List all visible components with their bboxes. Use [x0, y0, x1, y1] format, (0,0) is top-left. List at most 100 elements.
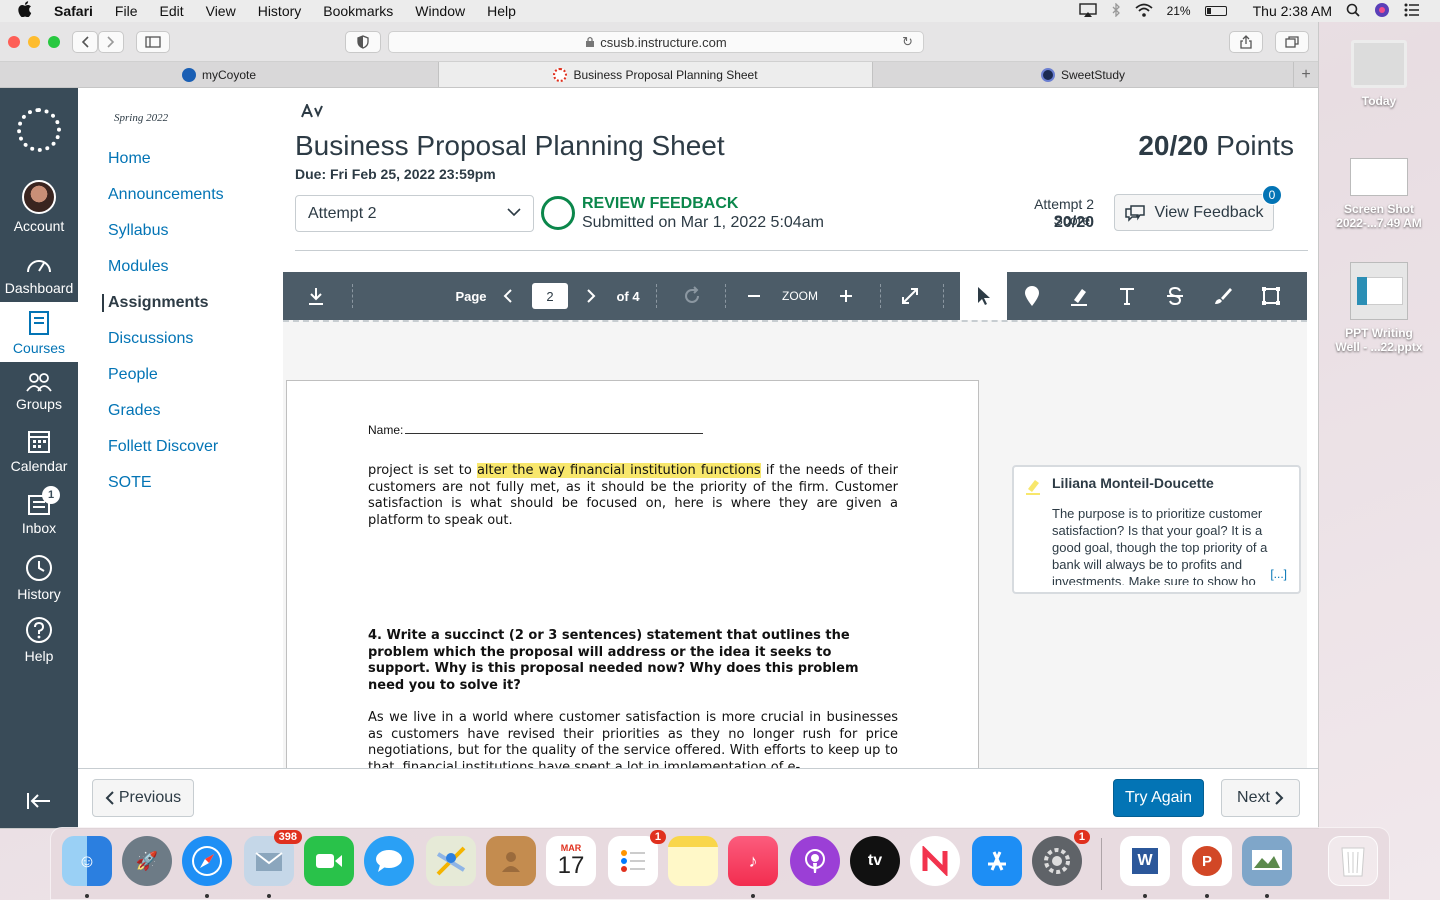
battery-icon[interactable]: [1204, 6, 1227, 16]
back-button[interactable]: [72, 31, 98, 53]
apple-menu-icon[interactable]: [18, 1, 36, 21]
news-icon[interactable]: [910, 836, 960, 886]
contacts-icon[interactable]: [486, 836, 536, 886]
course-nav-discussions[interactable]: Discussions: [108, 330, 193, 348]
previous-page-button[interactable]: [495, 272, 521, 320]
powerpoint-icon[interactable]: P: [1182, 836, 1232, 886]
try-again-button[interactable]: Try Again: [1113, 779, 1204, 817]
download-button[interactable]: [297, 272, 335, 320]
course-nav-people[interactable]: People: [108, 366, 158, 384]
menu-window[interactable]: Window: [415, 3, 465, 19]
minimize-window-button[interactable]: [28, 35, 40, 48]
wifi-icon[interactable]: [1134, 3, 1153, 20]
address-bar[interactable]: csusb.instructure.com ↻: [388, 31, 924, 53]
tab-business-proposal[interactable]: Business Proposal Planning Sheet: [439, 62, 873, 87]
close-window-button[interactable]: [8, 35, 20, 48]
highlight-annotation[interactable]: alter the way financial institution func…: [476, 463, 761, 478]
privacy-report-button[interactable]: [345, 31, 381, 53]
rotate-button[interactable]: [679, 272, 705, 320]
tab-sweetstudy[interactable]: SweetStudy: [873, 62, 1294, 87]
global-nav-courses[interactable]: Courses: [0, 302, 78, 362]
global-nav-groups[interactable]: Groups: [0, 372, 78, 412]
apple-tv-icon[interactable]: tv: [850, 836, 900, 886]
podcasts-icon[interactable]: [790, 836, 840, 886]
menu-bookmarks[interactable]: Bookmarks: [323, 3, 393, 19]
calendar-app-icon[interactable]: MAR 17: [546, 836, 596, 886]
sidebar-toggle-button[interactable]: [136, 31, 170, 53]
next-button[interactable]: Next: [1221, 779, 1300, 817]
reminders-icon[interactable]: 1: [608, 830, 666, 886]
freedraw-tool-button[interactable]: [1210, 272, 1236, 320]
menu-app-name[interactable]: Safari: [54, 3, 93, 19]
document-page[interactable]: Name: project is set to alter the way fi…: [286, 380, 979, 768]
document-viewer[interactable]: Name: project is set to alter the way fi…: [283, 320, 1307, 768]
course-nav-modules[interactable]: Modules: [108, 258, 168, 276]
global-nav-inbox[interactable]: Inbox 1: [0, 486, 78, 536]
course-nav-announcements[interactable]: Announcements: [108, 186, 224, 204]
global-nav-help[interactable]: Help: [0, 616, 78, 664]
zoom-in-button[interactable]: [834, 272, 858, 320]
course-nav-syllabus[interactable]: Syllabus: [108, 222, 168, 240]
forward-button[interactable]: [98, 31, 124, 53]
text-tool-button[interactable]: [1114, 272, 1140, 320]
course-nav-assignments[interactable]: Assignments: [102, 294, 208, 312]
global-nav-dashboard[interactable]: Dashboard: [0, 254, 78, 296]
view-feedback-button[interactable]: View Feedback: [1114, 194, 1274, 231]
bluetooth-icon[interactable]: [1111, 1, 1121, 20]
page-number-input[interactable]: 2: [532, 283, 568, 309]
maps-icon[interactable]: [426, 836, 476, 886]
global-nav-account[interactable]: Account: [0, 180, 78, 234]
facetime-icon[interactable]: [304, 836, 354, 886]
notes-icon[interactable]: [668, 836, 718, 886]
menu-history[interactable]: History: [258, 3, 302, 19]
zoom-window-button[interactable]: [48, 35, 60, 48]
safari-icon[interactable]: [182, 836, 232, 886]
course-nav-sote[interactable]: SOTE: [108, 474, 152, 492]
course-nav-grades[interactable]: Grades: [108, 402, 160, 420]
immersive-reader-icon[interactable]: [301, 102, 323, 122]
menu-help[interactable]: Help: [487, 3, 516, 19]
menu-edit[interactable]: Edit: [159, 3, 183, 19]
global-nav-history[interactable]: History: [0, 554, 78, 602]
highlight-tool-button[interactable]: [1066, 272, 1092, 320]
music-icon[interactable]: ♪: [728, 836, 778, 886]
course-nav-home[interactable]: Home: [108, 150, 151, 168]
messages-icon[interactable]: [364, 836, 414, 886]
global-nav-calendar[interactable]: Calendar: [0, 428, 78, 474]
control-center-icon[interactable]: [1404, 3, 1420, 20]
comment-card[interactable]: Liliana Monteil-Doucette The purpose is …: [1012, 465, 1301, 594]
canvas-logo[interactable]: [0, 108, 78, 152]
airplay-icon[interactable]: [1078, 2, 1097, 20]
next-page-button[interactable]: [578, 272, 604, 320]
share-button[interactable]: [1229, 31, 1263, 53]
new-tab-button[interactable]: +: [1294, 62, 1318, 87]
clock[interactable]: Thu 2:38 AM: [1253, 3, 1332, 19]
menu-view[interactable]: View: [206, 3, 236, 19]
course-nav-follett-discover[interactable]: Follett Discover: [108, 438, 218, 456]
collapse-nav-button[interactable]: [0, 792, 78, 813]
desktop-folder-today[interactable]: Today: [1334, 40, 1424, 108]
system-preferences-icon[interactable]: 1: [1032, 830, 1090, 886]
app-store-icon[interactable]: [972, 836, 1022, 886]
comment-expand-link[interactable]: [...]: [1270, 567, 1287, 581]
zoom-out-button[interactable]: [742, 272, 766, 320]
attempt-select[interactable]: Attempt 2: [295, 195, 534, 232]
strikeout-tool-button[interactable]: [1162, 272, 1188, 320]
desktop-file-pptx[interactable]: PPT Writing Well - ...22.pptx: [1334, 262, 1424, 354]
reload-icon[interactable]: ↻: [902, 34, 913, 50]
word-icon[interactable]: W: [1120, 836, 1170, 886]
finder-icon[interactable]: ☺: [62, 836, 112, 886]
previous-button[interactable]: Previous: [92, 779, 194, 817]
select-tool-button[interactable]: [960, 272, 1007, 320]
tab-overview-button[interactable]: [1275, 31, 1309, 53]
tab-mycoyote[interactable]: myCoyote: [0, 62, 439, 87]
trash-icon[interactable]: [1328, 836, 1378, 886]
desktop-file-screenshot[interactable]: Screen Shot 2022-...7.49 AM: [1334, 158, 1424, 230]
mail-icon[interactable]: 398: [244, 830, 302, 886]
area-tool-button[interactable]: [1258, 272, 1284, 320]
point-annotation-button[interactable]: [1019, 272, 1045, 320]
siri-icon[interactable]: [1374, 2, 1390, 21]
menu-file[interactable]: File: [115, 3, 138, 19]
preview-icon[interactable]: [1242, 836, 1292, 886]
launchpad-icon[interactable]: 🚀: [122, 836, 172, 886]
